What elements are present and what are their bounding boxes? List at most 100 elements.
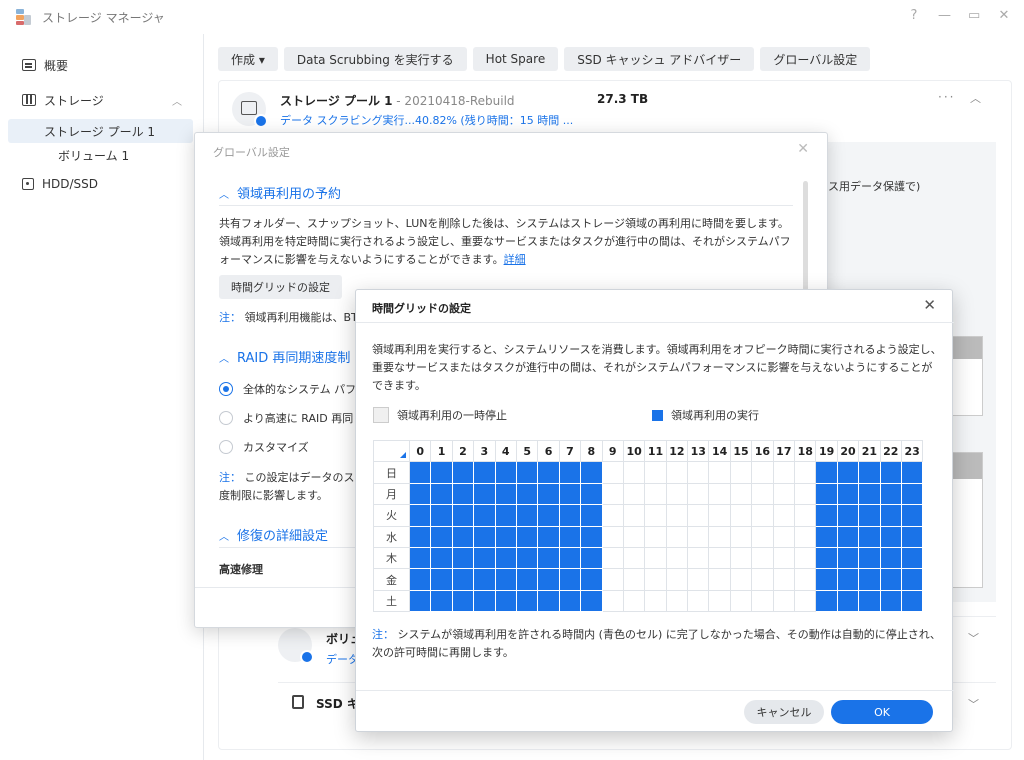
- time-grid-cell[interactable]: [879, 504, 902, 527]
- time-grid-cell[interactable]: [580, 461, 603, 484]
- time-grid-cell[interactable]: [558, 461, 582, 484]
- hour-header[interactable]: 18: [794, 439, 817, 463]
- hour-header[interactable]: 1: [430, 439, 453, 463]
- time-grid-cell[interactable]: [794, 568, 817, 591]
- time-grid-cell[interactable]: [751, 589, 774, 613]
- time-grid-cell[interactable]: [751, 525, 774, 548]
- time-grid-cell[interactable]: [515, 482, 539, 506]
- time-grid-cell[interactable]: [515, 504, 539, 527]
- time-grid-cell[interactable]: [815, 568, 838, 591]
- time-grid-cell[interactable]: [794, 525, 817, 548]
- time-grid-cell[interactable]: [729, 504, 753, 527]
- time-grid-cell[interactable]: [430, 504, 453, 527]
- time-grid-cell[interactable]: [858, 546, 881, 570]
- time-grid-cell[interactable]: [729, 525, 753, 548]
- section-space-reclamation-header[interactable]: ︿ 領域再利用の予約: [219, 183, 341, 202]
- time-grid-cell[interactable]: [515, 461, 539, 484]
- day-header[interactable]: 日: [373, 461, 410, 484]
- time-grid-cell[interactable]: [772, 461, 796, 484]
- hour-header[interactable]: 4: [494, 439, 517, 463]
- time-grid-cell[interactable]: [687, 461, 710, 484]
- time-grid-cell[interactable]: [494, 546, 517, 570]
- hour-header[interactable]: 23: [900, 439, 924, 463]
- hour-header[interactable]: 13: [687, 439, 710, 463]
- time-grid-cell[interactable]: [858, 525, 881, 548]
- time-grid-cell[interactable]: [751, 461, 774, 484]
- chevron-up-icon[interactable]: ︿: [970, 90, 981, 106]
- time-grid-cell[interactable]: [580, 504, 603, 527]
- time-grid-cell[interactable]: [430, 525, 453, 548]
- hour-header[interactable]: 21: [858, 439, 881, 463]
- time-grid-cell[interactable]: [601, 568, 624, 591]
- time-grid-cell[interactable]: [665, 504, 689, 527]
- time-grid-settings-button[interactable]: 時間グリッドの設定: [219, 275, 342, 299]
- hour-header[interactable]: 20: [836, 439, 860, 463]
- hour-header[interactable]: 16: [751, 439, 774, 463]
- time-grid-cell[interactable]: [451, 546, 475, 570]
- time-grid-cell[interactable]: [708, 482, 731, 506]
- time-grid-cell[interactable]: [665, 525, 689, 548]
- time-grid-cell[interactable]: [408, 525, 432, 548]
- time-grid-cell[interactable]: [430, 461, 453, 484]
- time-grid-cell[interactable]: [729, 482, 753, 506]
- time-grid-cell[interactable]: [665, 546, 689, 570]
- time-grid-cell[interactable]: [558, 589, 582, 613]
- time-grid-cell[interactable]: [494, 482, 517, 506]
- time-grid-cell[interactable]: [794, 482, 817, 506]
- hour-header[interactable]: 15: [729, 439, 753, 463]
- time-grid-cell[interactable]: [772, 546, 796, 570]
- day-header[interactable]: 月: [373, 482, 410, 506]
- help-icon[interactable]: ?: [908, 8, 920, 23]
- time-grid-cell[interactable]: [622, 589, 646, 613]
- time-grid-cell[interactable]: [836, 482, 860, 506]
- time-grid-cell[interactable]: [900, 525, 924, 548]
- radio-customize[interactable]: カスタマイズ: [219, 439, 309, 455]
- time-grid-cell[interactable]: [729, 568, 753, 591]
- hot-spare-button[interactable]: Hot Spare: [472, 47, 559, 71]
- time-grid-cell[interactable]: [644, 589, 667, 613]
- day-header[interactable]: 金: [373, 568, 410, 591]
- time-grid-cell[interactable]: [430, 589, 453, 613]
- time-grid-cell[interactable]: [729, 461, 753, 484]
- time-grid-cell[interactable]: [708, 504, 731, 527]
- minimize-icon[interactable]: —: [938, 8, 951, 23]
- time-grid-cell[interactable]: [900, 546, 924, 570]
- time-grid-cell[interactable]: [879, 525, 902, 548]
- sidebar-item-storage-pool-1[interactable]: ストレージ プール 1: [8, 119, 193, 143]
- time-grid-cell[interactable]: [580, 568, 603, 591]
- time-grid-cell[interactable]: [708, 546, 731, 570]
- day-header[interactable]: 水: [373, 525, 410, 548]
- select-all-corner[interactable]: [373, 439, 410, 463]
- time-grid-cell[interactable]: [451, 568, 475, 591]
- sidebar-item-storage[interactable]: ストレージ ︿: [0, 88, 204, 112]
- radio-overall-performance[interactable]: 全体的なシステム パフ: [219, 381, 356, 397]
- section-repair-advanced-header[interactable]: ︿ 修復の詳細設定: [219, 525, 328, 544]
- time-grid-cell[interactable]: [515, 525, 539, 548]
- time-grid-cell[interactable]: [644, 546, 667, 570]
- time-grid-cell[interactable]: [451, 461, 475, 484]
- time-grid-cell[interactable]: [687, 504, 710, 527]
- time-grid-cell[interactable]: [580, 589, 603, 613]
- time-grid-cell[interactable]: [558, 546, 582, 570]
- time-grid-cell[interactable]: [430, 482, 453, 506]
- time-grid-cell[interactable]: [794, 504, 817, 527]
- chevron-up-icon[interactable]: ︿: [172, 93, 182, 108]
- hour-header[interactable]: 8: [580, 439, 603, 463]
- time-grid-cell[interactable]: [687, 589, 710, 613]
- sidebar-item-hdd-ssd[interactable]: HDD/SSD: [0, 172, 204, 196]
- time-grid-cell[interactable]: [473, 482, 496, 506]
- time-grid-cell[interactable]: [687, 482, 710, 506]
- time-grid-cell[interactable]: [473, 589, 496, 613]
- hour-header[interactable]: 9: [601, 439, 624, 463]
- time-grid-cell[interactable]: [836, 525, 860, 548]
- time-grid-cell[interactable]: [665, 589, 689, 613]
- time-grid-cell[interactable]: [430, 546, 453, 570]
- chevron-down-icon[interactable]: ﹀: [968, 696, 979, 712]
- time-grid-cell[interactable]: [601, 504, 624, 527]
- time-grid-cell[interactable]: [408, 482, 432, 506]
- time-grid-cell[interactable]: [879, 461, 902, 484]
- time-grid-cell[interactable]: [622, 525, 646, 548]
- time-grid-cell[interactable]: [622, 482, 646, 506]
- time-grid-cell[interactable]: [537, 525, 560, 548]
- time-grid-cell[interactable]: [836, 504, 860, 527]
